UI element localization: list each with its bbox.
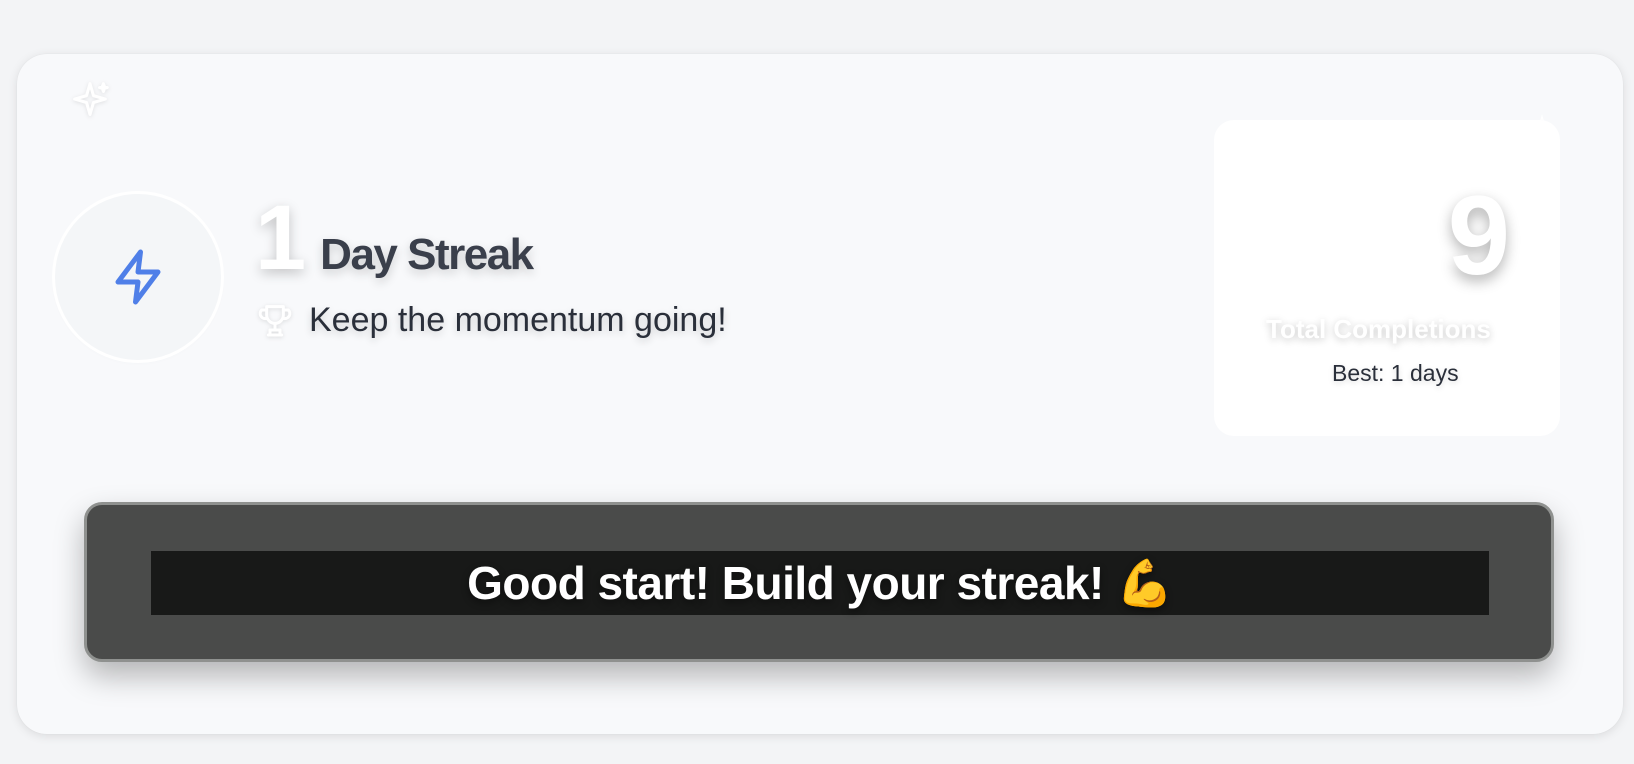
trophy-icon [255, 300, 295, 340]
stats-panel: 9 Total Completions Best: 1 days [1214, 114, 1560, 436]
streak-label: Day Streak [320, 230, 534, 279]
total-completions-label: Total Completions [1266, 314, 1491, 344]
best-streak-label: Best: 1 days [1332, 360, 1459, 386]
banner-message-box: Good start! Build your streak! 💪 [151, 551, 1489, 615]
total-completions-value: 9 [1447, 173, 1510, 298]
streak-heading: 1 Day Streak [255, 192, 727, 288]
motivation-text: Keep the momentum going! [309, 300, 727, 339]
streak-icon-badge [55, 194, 221, 360]
encouragement-banner: Good start! Build your streak! 💪 [84, 502, 1554, 662]
sparkle-icon [73, 82, 109, 116]
streak-summary: 1 Day Streak Keep the momentum going! [255, 192, 727, 340]
streak-count: 1 [255, 187, 307, 289]
banner-message: Good start! Build your streak! 💪 [467, 556, 1173, 609]
star-icon [1532, 114, 1552, 133]
streak-card: 1 Day Streak Keep the momentum going! 9 … [17, 54, 1623, 734]
lightning-bolt-icon [115, 249, 161, 305]
motivation-row: Keep the momentum going! [255, 300, 727, 340]
